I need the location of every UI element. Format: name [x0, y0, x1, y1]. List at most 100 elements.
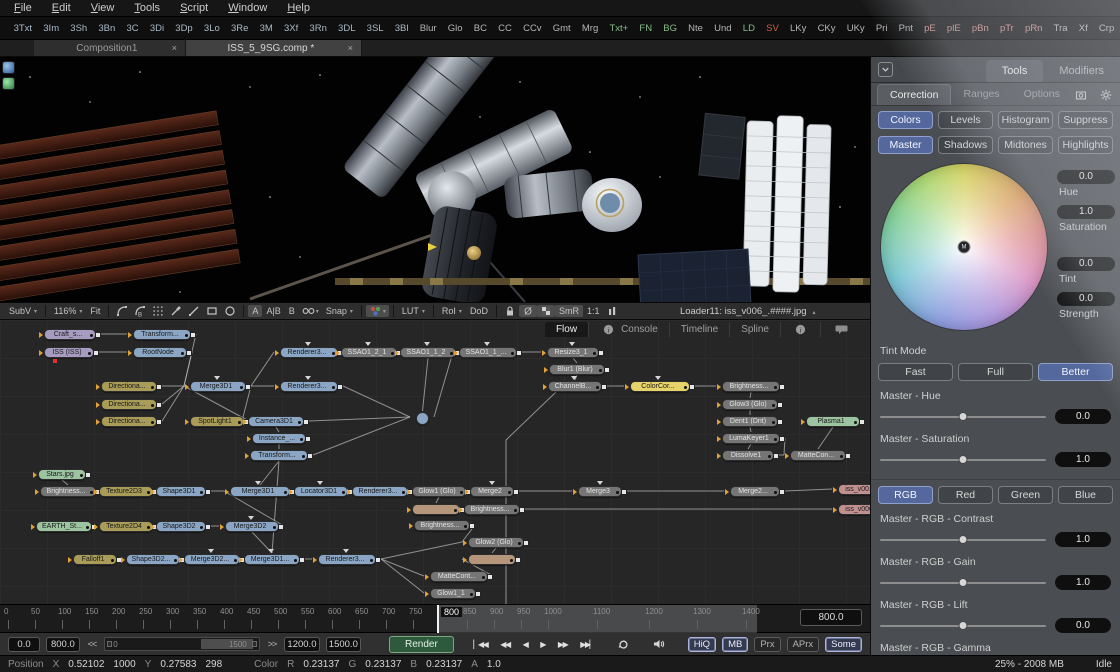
tint-mode-better-button[interactable]: Better — [1038, 363, 1113, 381]
subtab-ranges[interactable]: Ranges — [951, 84, 1011, 105]
slider-value-field[interactable]: 1.0 — [1055, 532, 1111, 547]
play-forward-button[interactable]: ▶ — [537, 640, 549, 649]
flow-node-earth[interactable]: EARTH_St... — [36, 521, 92, 532]
flow-node-shp2b[interactable]: Shape3D2... — [126, 554, 180, 565]
menu-view[interactable]: View — [81, 2, 125, 14]
comp-end-field[interactable]: 800.0 — [46, 637, 80, 652]
comp-tab-0[interactable]: Composition1× — [34, 40, 186, 56]
toolbar-item-pe[interactable]: pE — [919, 23, 942, 34]
toolbar-item-cky[interactable]: CKy — [812, 23, 841, 34]
guide-a-icon[interactable] — [113, 305, 131, 317]
flow-node-tex3[interactable]: Texture2D3 — [99, 486, 153, 497]
flow-node-luma1[interactable]: LumaKeyer1 — [722, 433, 780, 444]
flow-node-chanb[interactable]: ChannelB... — [548, 381, 602, 392]
toolbar-item-bc[interactable]: BC — [468, 23, 492, 34]
flow-node-inst1[interactable]: Instance_... — [252, 433, 306, 444]
flow-node-dir3[interactable]: Directiona... — [101, 416, 157, 427]
slider-track[interactable] — [880, 416, 1046, 418]
fit-button[interactable]: Fit — [86, 305, 104, 317]
tint-mode-full-button[interactable]: Full — [958, 363, 1033, 381]
flow-node-ren_c[interactable]: Renderer3... — [352, 486, 408, 497]
render-button[interactable]: Render — [389, 636, 454, 653]
toolbar-item-ptr[interactable]: pTr — [994, 23, 1019, 34]
flow-tab-spline[interactable]: Spline — [729, 322, 780, 337]
roi-button[interactable]: RoI — [438, 305, 466, 317]
hue-value-field[interactable]: 0.0 — [1057, 170, 1115, 184]
close-icon[interactable]: × — [172, 43, 177, 53]
toolbar-item-3xf[interactable]: 3Xf — [278, 23, 303, 34]
flow-node-loc1[interactable]: Locator3D1 — [294, 486, 348, 497]
step-back-button[interactable]: << — [86, 639, 99, 649]
some-toggle[interactable]: Some — [825, 637, 862, 652]
range-handle-left[interactable] — [107, 641, 112, 647]
gear-icon[interactable] — [1097, 89, 1115, 101]
flow-node-ren_b[interactable]: Renderer3... — [280, 381, 338, 392]
flow-node-mrg2a[interactable]: Merge2 — [470, 486, 514, 497]
panel-tab-tools[interactable]: Tools — [986, 60, 1044, 82]
flow-node-resize31[interactable]: Resize3_1 — [547, 347, 599, 358]
flow-node-cam1[interactable]: Camera3D1 — [248, 416, 304, 427]
range-scrollbar[interactable]: 01500 — [104, 637, 260, 651]
mb-toggle[interactable]: MB — [722, 637, 748, 652]
info-icon[interactable]: i — [600, 324, 617, 335]
slider-track[interactable] — [880, 625, 1046, 627]
speaker-icon[interactable] — [649, 638, 668, 650]
toolbar-item-xf[interactable]: Xf — [1073, 23, 1093, 34]
rect-icon[interactable] — [203, 305, 221, 317]
color-wheel-marker[interactable]: M — [958, 241, 971, 254]
toolbar-item-glo[interactable]: Glo — [442, 23, 468, 34]
toolbar-item-crp[interactable]: Crp — [1093, 23, 1120, 34]
flow-node-glow11[interactable]: Glow1_1 — [430, 588, 476, 599]
toolbar-item-sv[interactable]: SV — [761, 23, 785, 34]
flow-node-glow2[interactable]: Glow2 (Glo) — [468, 537, 524, 548]
flow-node-dir1[interactable]: Directiona... — [101, 381, 157, 392]
one-to-one-button[interactable]: 1:1 — [583, 305, 604, 317]
toolbar-item-ple[interactable]: plE — [941, 23, 966, 34]
toolbar-item-3bl[interactable]: 3Bl — [389, 23, 414, 34]
colors-button[interactable]: Colors — [878, 111, 933, 129]
stereo-goggles-icon[interactable] — [299, 305, 322, 317]
flow-node-mrg3d2a[interactable]: Merge3D2 — [225, 521, 279, 532]
flow-node-glow3[interactable]: Glow3 (Glo) — [722, 399, 778, 410]
line-icon[interactable] — [185, 305, 203, 317]
levels-icon[interactable] — [603, 305, 621, 317]
subview-button[interactable]: SubV — [5, 305, 41, 317]
flow-node-plasma1[interactable]: Plasma1 — [806, 416, 860, 427]
range-handle-right[interactable] — [252, 641, 257, 647]
channel-green-button[interactable]: Green — [998, 486, 1053, 504]
tint-mode-fast-button[interactable]: Fast — [878, 363, 953, 381]
fast-forward-button[interactable]: ▶▶ — [554, 640, 570, 649]
menu-file[interactable]: File — [4, 2, 42, 14]
comment-icon[interactable] — [832, 324, 851, 335]
flow-node-spot1[interactable]: SpotLight1 — [190, 416, 244, 427]
toolbar-item-fn[interactable]: FN — [634, 23, 658, 34]
menu-script[interactable]: Script — [170, 2, 218, 14]
toolbar-item-3bn[interactable]: 3Bn — [93, 23, 121, 34]
dod-button[interactable]: DoD — [466, 305, 492, 317]
menu-window[interactable]: Window — [218, 2, 277, 14]
toolbar-item-3sl[interactable]: 3SL — [361, 23, 389, 34]
checker-icon[interactable] — [537, 305, 555, 317]
shadows-button[interactable]: Shadows — [938, 136, 993, 154]
flow-node-ssao11[interactable]: SSAO1_1_... — [459, 347, 517, 358]
snap-button[interactable]: Snap — [322, 305, 357, 317]
toolbar-item-3sh[interactable]: 3Sh — [65, 23, 93, 34]
flow-node-craft[interactable]: Craft_s... — [44, 329, 96, 340]
toolbar-item-3dp[interactable]: 3Dp — [170, 23, 199, 34]
lut-button[interactable]: LUT — [398, 305, 429, 317]
flow-node-bright_c[interactable]: Brightness... — [414, 520, 470, 531]
flow-node-tan_a[interactable] — [412, 504, 460, 515]
aprx-toggle[interactable]: APrx — [787, 637, 820, 652]
toolbar-item-lky[interactable]: LKy — [784, 23, 812, 34]
flow-node-mrg3d1b[interactable]: Merge3D1 — [230, 486, 290, 497]
slider-value-field[interactable]: 0.0 — [1055, 618, 1111, 633]
flow-node-iss[interactable]: ISS (ISS) — [44, 347, 94, 358]
flow-node-bright_b[interactable]: Brightness... — [40, 486, 96, 497]
toolbar-item-uky[interactable]: UKy — [841, 23, 870, 34]
menu-edit[interactable]: Edit — [42, 2, 81, 14]
flow-node-trans1[interactable]: Transform... — [133, 329, 191, 340]
viewer-canvas[interactable] — [0, 57, 870, 302]
midtones-button[interactable]: Midtones — [998, 136, 1053, 154]
flow-tab-icon-5[interactable] — [820, 322, 862, 337]
levels-button[interactable]: Levels — [938, 111, 993, 129]
